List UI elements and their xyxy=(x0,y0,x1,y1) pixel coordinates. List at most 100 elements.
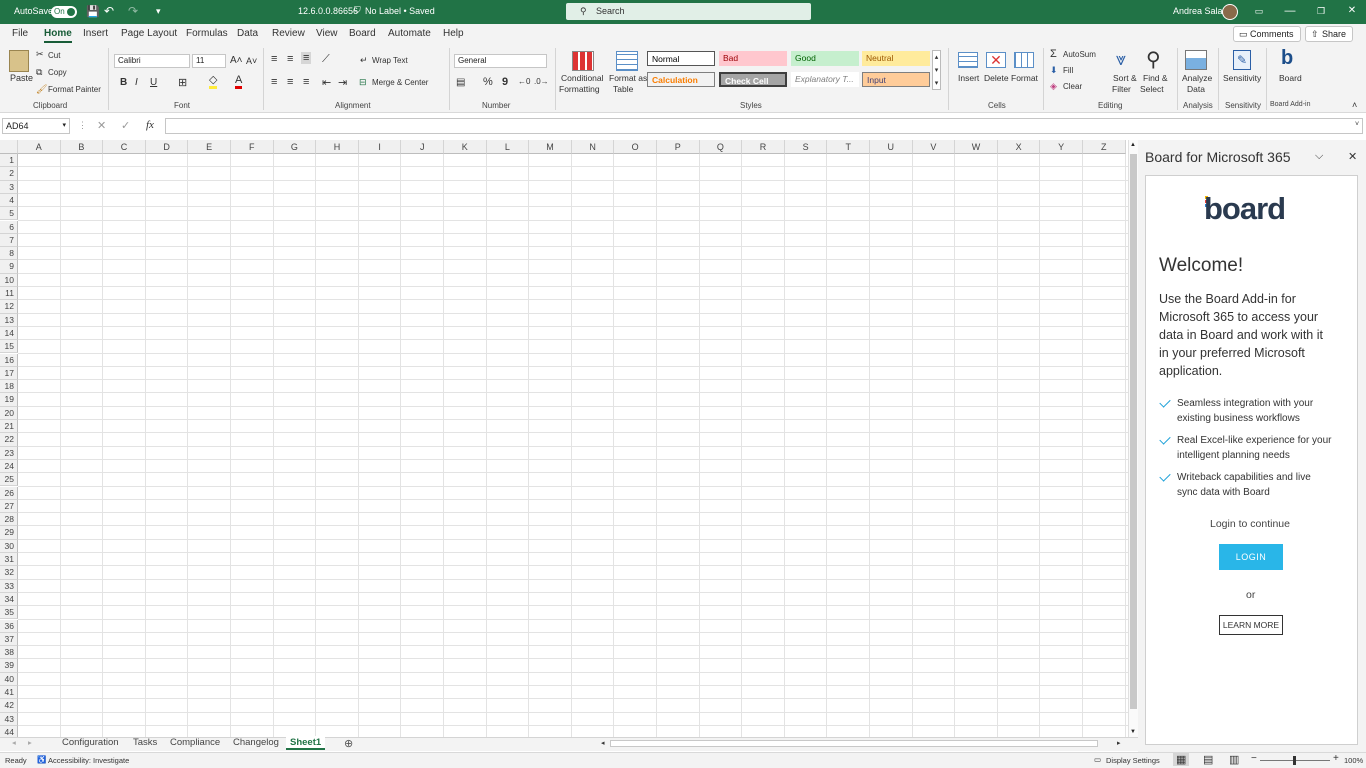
format-as-table-icon[interactable] xyxy=(616,51,638,71)
insert-cells-icon[interactable] xyxy=(958,52,978,68)
autosum-button[interactable]: AutoSum xyxy=(1063,50,1096,59)
increase-indent-icon[interactable]: ⇥ xyxy=(338,76,347,89)
column-header[interactable]: Q xyxy=(699,140,743,154)
row-header[interactable]: 2 xyxy=(0,167,18,181)
decrease-decimal-icon[interactable]: .0→ xyxy=(534,77,549,86)
row-header[interactable]: 23 xyxy=(0,446,18,460)
scroll-left-icon[interactable]: ◂ xyxy=(601,739,605,747)
style-check-cell[interactable]: Check Cell xyxy=(719,72,787,87)
row-header[interactable]: 14 xyxy=(0,326,18,341)
column-header[interactable]: I xyxy=(358,140,402,154)
tab-data[interactable]: Data xyxy=(237,28,258,39)
row-header[interactable]: 22 xyxy=(0,433,18,447)
display-settings-button[interactable]: Display Settings xyxy=(1106,756,1160,765)
vertical-scrollbar[interactable]: ▲ ▼ xyxy=(1128,140,1138,737)
column-header[interactable]: K xyxy=(444,140,487,154)
prev-sheet-icon[interactable]: ◂ xyxy=(12,738,16,747)
align-left-icon[interactable]: ≡ xyxy=(271,76,277,88)
bold-button[interactable]: B xyxy=(120,77,127,88)
board-addin-button[interactable]: Board xyxy=(1279,73,1302,83)
column-header[interactable]: F xyxy=(231,140,274,154)
row-header[interactable]: 26 xyxy=(0,486,18,500)
scroll-down-icon[interactable]: ▼ xyxy=(1130,729,1136,735)
comments-button[interactable]: ▭ Comments xyxy=(1233,26,1301,42)
tab-review[interactable]: Review xyxy=(272,28,305,39)
expand-formula-icon[interactable]: ˅ xyxy=(1355,121,1359,128)
restore-button[interactable]: ❐ xyxy=(1314,4,1328,18)
style-input[interactable]: Input xyxy=(862,72,930,87)
row-header[interactable]: 9 xyxy=(0,260,18,274)
sort-filter-label-1[interactable]: Sort & xyxy=(1113,73,1137,83)
column-header[interactable]: U xyxy=(870,140,913,154)
horizontal-scroll-thumb[interactable] xyxy=(610,740,1098,747)
tab-home[interactable]: Home xyxy=(44,28,72,43)
style-calculation[interactable]: Calculation xyxy=(647,72,715,87)
column-header[interactable]: R xyxy=(742,140,785,154)
merge-center-button[interactable]: Merge & Center xyxy=(372,78,428,87)
zoom-in-icon[interactable]: + xyxy=(1333,753,1339,764)
row-header[interactable]: 25 xyxy=(0,473,18,487)
row-header[interactable]: 34 xyxy=(0,592,18,607)
underline-button[interactable]: U xyxy=(150,77,157,88)
row-header[interactable]: 27 xyxy=(0,499,18,514)
normal-view-icon[interactable]: ▦ xyxy=(1173,753,1190,766)
find-select-label-1[interactable]: Find & xyxy=(1143,73,1168,83)
column-header[interactable]: S xyxy=(784,140,828,154)
worksheet-grid[interactable]: A B C D E F G H I J K L M N O P Q R S T U V W X Y Z 1 2 3 4 5 6 7 8 9 10 11 1… xyxy=(0,140,1128,737)
learn-more-button[interactable]: LEARN MORE xyxy=(1219,615,1283,635)
row-header[interactable]: 37 xyxy=(0,632,18,647)
autosave-toggle[interactable]: On xyxy=(51,6,77,18)
minimize-button[interactable]: — xyxy=(1283,4,1297,18)
column-header[interactable]: G xyxy=(273,140,317,154)
close-button[interactable]: ✕ xyxy=(1345,4,1359,18)
style-neutral[interactable]: Neutral xyxy=(862,51,930,66)
user-name[interactable]: Andrea Sala xyxy=(1173,6,1223,16)
row-header[interactable]: 42 xyxy=(0,699,18,713)
styles-gallery-scroll[interactable]: ▴ ▾ ▾ xyxy=(932,50,941,90)
format-as-table-label-2[interactable]: Table xyxy=(613,84,633,94)
sheet-tab-sheet1[interactable]: Sheet1 xyxy=(286,736,326,750)
row-header[interactable]: 43 xyxy=(0,712,18,726)
column-header[interactable]: N xyxy=(571,140,615,154)
percent-button[interactable]: % xyxy=(483,76,493,88)
sheet-tab-tasks[interactable]: Tasks xyxy=(129,736,161,750)
row-header[interactable]: 6 xyxy=(0,220,18,234)
pane-options-chevron-icon[interactable]: ⌵ xyxy=(1315,150,1323,163)
fill-button[interactable]: Fill xyxy=(1063,66,1073,75)
scroll-right-icon[interactable]: ▸ xyxy=(1117,739,1121,747)
column-header[interactable]: J xyxy=(401,140,444,154)
orientation-icon[interactable]: ⟋ xyxy=(322,53,330,66)
tab-board[interactable]: Board xyxy=(349,28,376,39)
row-header[interactable]: 44 xyxy=(0,725,18,737)
align-center-icon[interactable]: ≡ xyxy=(287,76,293,88)
comma-button[interactable]: 9 xyxy=(502,76,508,88)
accounting-icon[interactable]: ▤ xyxy=(456,77,465,88)
row-header[interactable]: 18 xyxy=(0,380,18,394)
row-header[interactable]: 36 xyxy=(0,619,18,633)
delete-cells-icon[interactable]: ✕ xyxy=(986,52,1006,68)
increase-decimal-icon[interactable]: ←0 xyxy=(518,77,530,86)
number-format-select[interactable]: General xyxy=(454,54,547,68)
row-header[interactable]: 13 xyxy=(0,313,18,327)
row-header[interactable]: 11 xyxy=(0,287,18,301)
cut-button[interactable]: Cut xyxy=(48,51,60,60)
search-box[interactable]: ⚲ Search xyxy=(566,3,811,20)
column-header[interactable]: Y xyxy=(1040,140,1083,154)
sheet-tab-compliance[interactable]: Compliance xyxy=(166,736,224,750)
add-sheet-icon[interactable]: ⊕ xyxy=(344,737,353,750)
analyze-data-label-1[interactable]: Analyze xyxy=(1182,73,1212,83)
tab-page-layout[interactable]: Page Layout xyxy=(121,28,177,39)
row-header[interactable]: 21 xyxy=(0,420,18,434)
paste-icon[interactable] xyxy=(9,50,29,72)
align-top-icon[interactable]: ≡ xyxy=(271,53,277,65)
column-header[interactable]: X xyxy=(997,140,1041,154)
sensitivity-status[interactable]: No Label • Saved xyxy=(365,6,435,16)
ribbon-display-icon[interactable]: ▭ xyxy=(1252,4,1266,18)
style-good[interactable]: Good xyxy=(791,51,859,66)
row-header[interactable]: 32 xyxy=(0,566,18,580)
select-all-corner[interactable] xyxy=(0,140,18,154)
sort-filter-icon[interactable]: ⩔ xyxy=(1116,49,1126,70)
decrease-indent-icon[interactable]: ⇤ xyxy=(322,76,331,89)
zoom-out-icon[interactable]: − xyxy=(1251,753,1257,764)
login-button[interactable]: LOGIN xyxy=(1219,544,1283,570)
